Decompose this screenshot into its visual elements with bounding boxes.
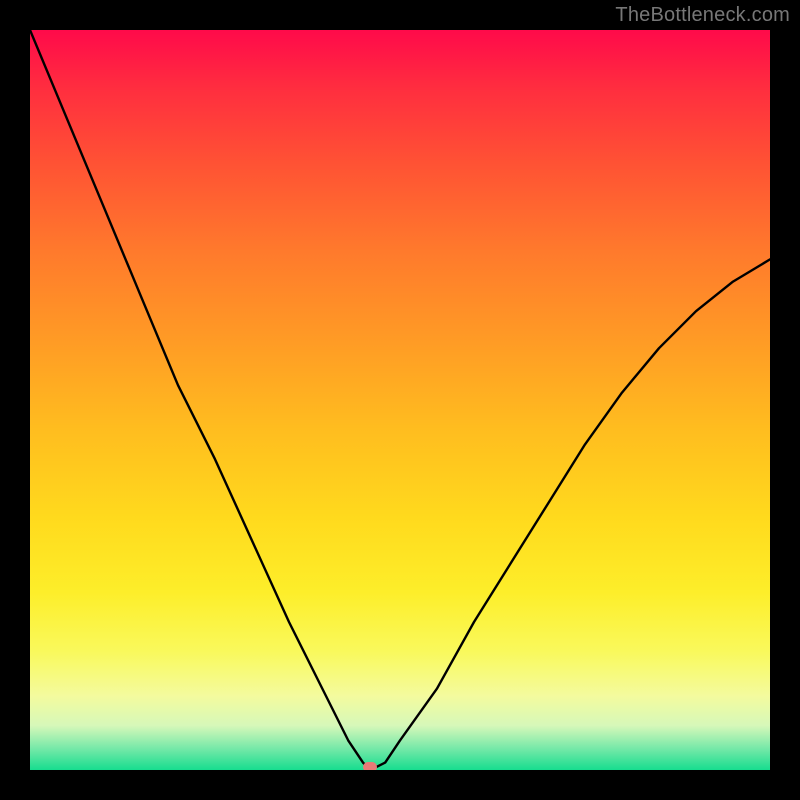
chart-frame: TheBottleneck.com <box>0 0 800 800</box>
plot-area <box>30 30 770 770</box>
watermark-text: TheBottleneck.com <box>615 4 790 27</box>
minimum-marker <box>363 762 377 770</box>
bottleneck-curve <box>30 30 770 770</box>
